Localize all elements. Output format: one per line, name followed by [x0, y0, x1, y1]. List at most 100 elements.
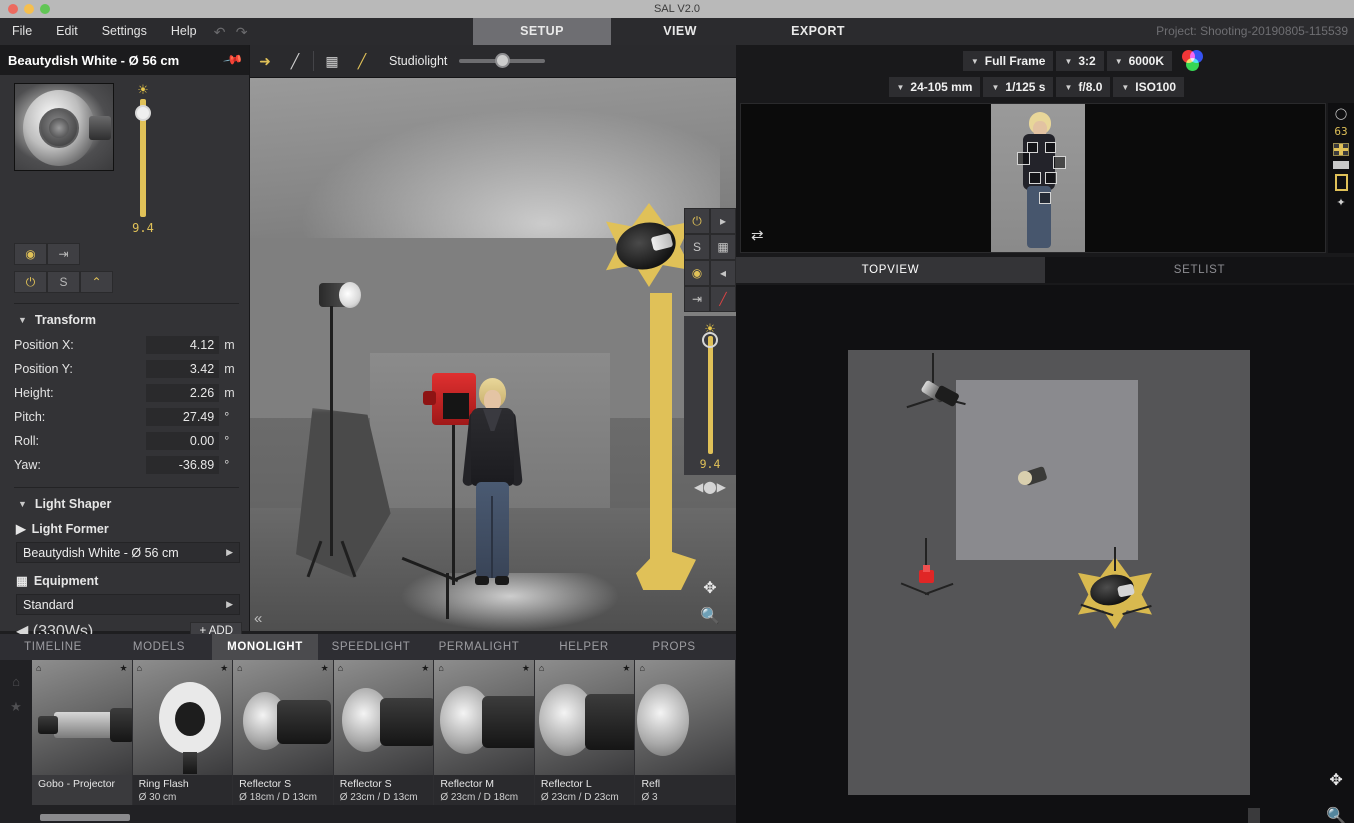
swap-arrows-icon[interactable]: ⇄	[751, 226, 764, 244]
tab-props[interactable]: PROPS	[634, 634, 714, 660]
menu-item-file[interactable]: File	[0, 18, 44, 45]
nav-pad-icon[interactable]: ✦	[1336, 196, 1345, 209]
selected-light-stand[interactable]	[650, 293, 672, 573]
home-icon[interactable]: ⌂	[438, 663, 443, 673]
redo-arrow-icon[interactable]: ↷	[231, 22, 253, 42]
layout-grid-icon[interactable]	[1333, 143, 1349, 156]
library-card[interactable]: ⌂ Refl Ø 3	[635, 660, 736, 805]
library-card[interactable]: ⌂ ★ Gobo - Projector	[32, 660, 133, 805]
move-to-subject-icon[interactable]: ⇥	[684, 286, 710, 312]
library-card-strip[interactable]: ⌂ ★ Gobo - Projector ⌂ ★ Ring Flash Ø 30…	[32, 660, 736, 823]
aspect-ratio-select[interactable]: ▼ 3:2	[1056, 51, 1104, 71]
menu-item-edit[interactable]: Edit	[44, 18, 90, 45]
solo-icon[interactable]: S	[47, 271, 80, 293]
portrait-frame-icon[interactable]	[1334, 174, 1348, 191]
viewport-intensity-slider[interactable]: ☀ 9.4	[684, 316, 736, 475]
tab-setup[interactable]: SETUP	[473, 18, 611, 45]
flashhead-icon[interactable]: ◂	[710, 260, 736, 286]
star-icon[interactable]: ★	[421, 663, 429, 674]
home-icon[interactable]: ⌂	[639, 663, 644, 673]
viewport-intensity-track[interactable]	[701, 332, 718, 454]
library-card[interactable]: ⌂ ★ Ring Flash Ø 30 cm	[132, 660, 234, 805]
equipment-select[interactable]: Standard ▶	[16, 594, 240, 615]
iso-select[interactable]: ▼ ISO100	[1113, 77, 1184, 97]
topview-subject[interactable]	[1016, 463, 1052, 491]
power-icon[interactable]: ⏻	[684, 208, 710, 234]
home-icon[interactable]: ⌂	[137, 663, 142, 673]
menu-item-settings[interactable]: Settings	[90, 18, 159, 45]
topview-scrollbar[interactable]	[1248, 808, 1260, 823]
tab-speedlight[interactable]: SPEEDLIGHT	[318, 634, 424, 660]
topview-canvas[interactable]: ✥ 🔍 Yuucn.com	[736, 285, 1354, 823]
tab-models[interactable]: MODELS	[106, 634, 212, 660]
value-field[interactable]: 4.12	[146, 336, 220, 354]
target-icon[interactable]: ◉	[14, 243, 47, 265]
viewport-intensity-knob[interactable]	[701, 332, 718, 348]
color-wheel-icon[interactable]	[1182, 50, 1204, 72]
selected-preview-frame[interactable]	[991, 104, 1085, 252]
home-icon[interactable]: ⌂	[237, 663, 242, 673]
tab-permalight[interactable]: PERMALIGHT	[424, 634, 534, 660]
line-icon[interactable]: ╱	[347, 49, 377, 73]
aperture-select[interactable]: ▼ f/8.0	[1056, 77, 1111, 97]
preview-filmstrip[interactable]: ⇄	[740, 103, 1326, 253]
studiolight-knob[interactable]	[495, 53, 511, 68]
orbit-pad-icon[interactable]: ◀⬤▶	[684, 475, 736, 499]
home-icon[interactable]: ⌂	[338, 663, 343, 673]
library-card[interactable]: ⌂ ★ Reflector S Ø 18cm / D 13cm	[233, 660, 334, 805]
light-shaper-section-header[interactable]: ▼ Light Shaper	[14, 488, 239, 517]
library-card[interactable]: ⌂ ★ Reflector L Ø 23cm / D 23cm	[534, 660, 636, 805]
cursor-arrow-icon[interactable]: ➜	[250, 49, 280, 73]
slot-icon[interactable]	[1333, 161, 1349, 169]
tab-view[interactable]: VIEW	[611, 18, 749, 45]
value-field[interactable]: -36.89	[146, 456, 220, 474]
star-icon[interactable]: ★	[522, 663, 530, 674]
ruler-icon[interactable]: ╱	[280, 49, 310, 73]
intensity-track[interactable]	[135, 99, 151, 217]
3d-viewport[interactable]: ⏻ ▸ S ▦ ◉ ◂ ⇥ ╱ ☀ 9.4 ◀⬤▶ ✥ 🔍 ⛶ ↻	[250, 78, 736, 631]
menu-item-help[interactable]: Help	[159, 18, 209, 45]
home-icon[interactable]: ⌂	[12, 674, 20, 689]
stand-icon[interactable]: ⌃	[80, 271, 113, 293]
collapse-left-icon[interactable]: «	[254, 610, 262, 627]
pan-icon[interactable]: ✥	[703, 578, 716, 598]
library-scrollbar[interactable]	[40, 814, 130, 821]
value-field[interactable]: 27.49	[146, 408, 220, 426]
topview-camera[interactable]	[900, 538, 954, 602]
tab-helper[interactable]: HELPER	[534, 634, 634, 660]
studiolight-slider[interactable]	[459, 53, 546, 68]
tab-timeline[interactable]: TIMELINE	[0, 634, 106, 660]
tab-monolight[interactable]: MONOLIGHT	[212, 634, 318, 660]
transform-section-header[interactable]: ▼ Transform	[14, 304, 239, 333]
star-icon[interactable]: ★	[120, 663, 128, 674]
solo-icon[interactable]: S	[684, 234, 710, 260]
target-icon[interactable]: ◉	[684, 260, 710, 286]
star-icon[interactable]: ★	[220, 663, 228, 674]
shutter-select[interactable]: ▼ 1/125 s	[983, 77, 1054, 97]
tab-export[interactable]: EXPORT	[749, 18, 887, 45]
star-icon[interactable]: ★	[10, 699, 22, 715]
library-card[interactable]: ⌂ ★ Reflector M Ø 23cm / D 18cm	[434, 660, 535, 805]
home-icon[interactable]: ⌂	[36, 663, 41, 673]
intensity-knob[interactable]	[135, 105, 151, 121]
no-shadow-icon[interactable]: ╱	[710, 286, 736, 312]
value-field[interactable]: 2.26	[146, 384, 220, 402]
magnifier-icon[interactable]: 🔍	[1326, 806, 1346, 823]
intensity-slider[interactable]: ☀ 9.4	[128, 83, 158, 236]
grid-icon[interactable]: ▦	[710, 234, 736, 260]
sensor-select[interactable]: ▼ Full Frame	[962, 51, 1054, 71]
tab-setlist[interactable]: SETLIST	[1045, 257, 1354, 283]
white-balance-select[interactable]: ▼ 6000K	[1106, 51, 1172, 71]
grid-icon[interactable]: ▦	[317, 49, 347, 73]
home-icon[interactable]: ⌂	[539, 663, 544, 673]
circle-icon[interactable]: ◯	[1335, 107, 1347, 120]
topview-selected-light[interactable]	[1078, 547, 1152, 629]
star-icon[interactable]: ★	[321, 663, 329, 674]
undo-arrow-icon[interactable]: ↶	[209, 22, 231, 42]
magnifier-icon[interactable]: 🔍	[700, 606, 720, 626]
scene-model[interactable]	[462, 378, 523, 596]
power-icon[interactable]: ⏻	[14, 271, 47, 293]
lens-select[interactable]: ▼ 24-105 mm	[888, 77, 981, 97]
topview-light-left[interactable]	[906, 353, 966, 421]
pan-icon[interactable]: ✥	[1329, 770, 1342, 790]
